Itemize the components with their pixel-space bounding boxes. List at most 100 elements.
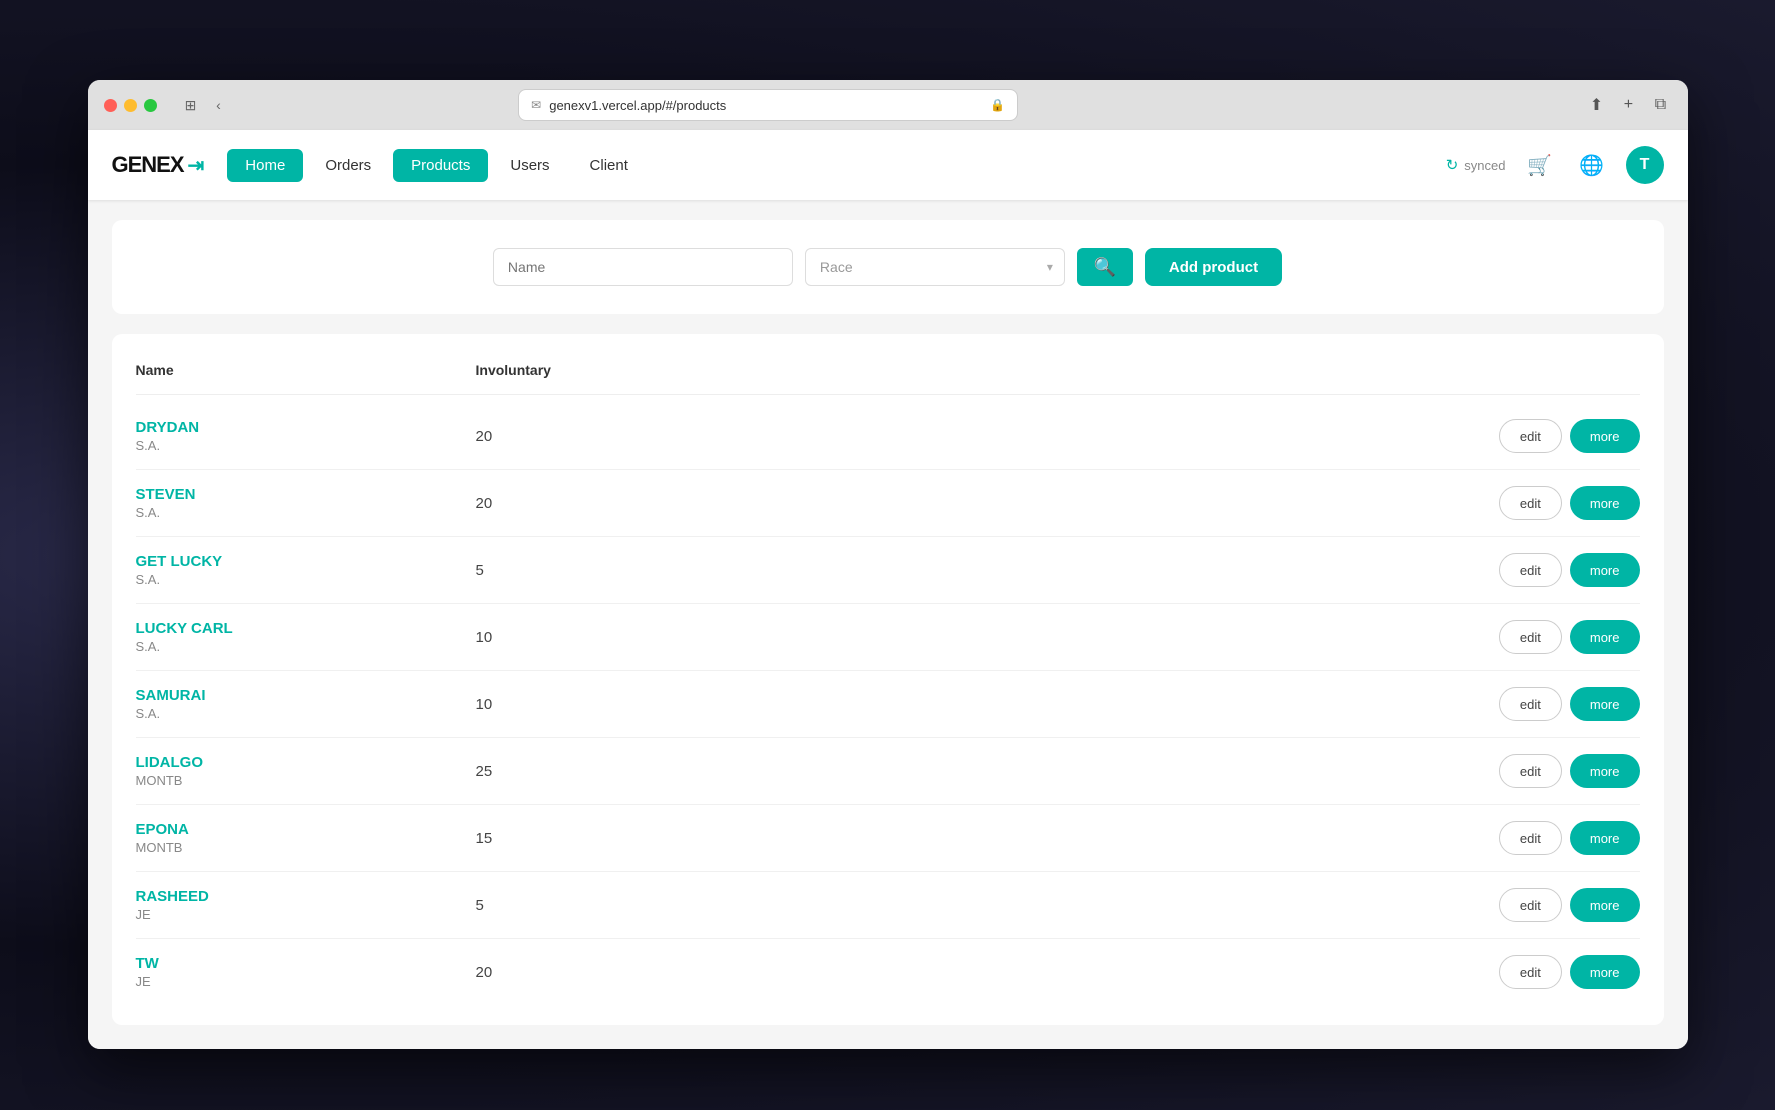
search-input[interactable]: [493, 248, 793, 286]
product-involuntary: 15: [476, 830, 676, 847]
nav-users[interactable]: Users: [492, 149, 567, 182]
product-actions: edit more: [1499, 888, 1640, 922]
url-text: genexv1.vercel.app/#/products: [549, 98, 726, 113]
back-button[interactable]: ‹: [209, 95, 229, 115]
more-button[interactable]: more: [1570, 553, 1640, 587]
secure-icon: 🔒: [990, 98, 1005, 112]
sync-icon: ↻: [1446, 156, 1459, 174]
cart-icon[interactable]: 🛒: [1522, 147, 1558, 183]
table-row: SAMURAI S.A. 10 edit more: [136, 671, 1640, 738]
more-button[interactable]: more: [1570, 419, 1640, 453]
navbar-right: ↻ synced 🛒 🌐 T: [1446, 146, 1664, 184]
product-name-cell: EPONA MONTB: [136, 821, 476, 855]
table-row: STEVEN S.A. 20 edit more: [136, 470, 1640, 537]
product-involuntary: 20: [476, 495, 676, 512]
product-name-cell: DRYDAN S.A.: [136, 419, 476, 453]
more-button[interactable]: more: [1570, 754, 1640, 788]
products-header-section: Race S.A. MONTB JE 🔍 Add product: [112, 220, 1664, 314]
table-row: LIDALGO MONTB 25 edit more: [136, 738, 1640, 805]
more-button[interactable]: more: [1570, 888, 1640, 922]
table-row: LUCKY CARL S.A. 10 edit more: [136, 604, 1640, 671]
product-race: JE: [136, 974, 476, 989]
address-bar[interactable]: ✉ genexv1.vercel.app/#/products 🔒: [518, 89, 1018, 121]
add-product-label: Add product: [1169, 259, 1258, 276]
edit-button[interactable]: edit: [1499, 553, 1562, 587]
logo-arrow-icon: ⇥: [188, 153, 204, 178]
add-product-button[interactable]: Add product: [1145, 248, 1282, 286]
product-race: S.A.: [136, 639, 476, 654]
maximize-window-button[interactable]: [144, 99, 157, 112]
search-button[interactable]: 🔍: [1077, 248, 1133, 286]
product-name[interactable]: EPONA: [136, 821, 476, 838]
product-name[interactable]: TW: [136, 955, 476, 972]
product-actions: edit more: [1499, 754, 1640, 788]
edit-button[interactable]: edit: [1499, 888, 1562, 922]
edit-button[interactable]: edit: [1499, 620, 1562, 654]
product-actions: edit more: [1499, 687, 1640, 721]
product-involuntary: 5: [476, 897, 676, 914]
synced-status: ↻ synced: [1446, 156, 1506, 174]
product-involuntary: 5: [476, 562, 676, 579]
product-name[interactable]: RASHEED: [136, 888, 476, 905]
browser-titlebar: ⊞ ‹ ✉ genexv1.vercel.app/#/products 🔒 ⬆ …: [88, 80, 1688, 130]
product-name-cell: LIDALGO MONTB: [136, 754, 476, 788]
edit-button[interactable]: edit: [1499, 687, 1562, 721]
product-name-cell: TW JE: [136, 955, 476, 989]
product-name-cell: STEVEN S.A.: [136, 486, 476, 520]
edit-button[interactable]: edit: [1499, 754, 1562, 788]
product-name[interactable]: GET LUCKY: [136, 553, 476, 570]
more-button[interactable]: more: [1570, 687, 1640, 721]
race-select-wrapper: Race S.A. MONTB JE: [805, 248, 1065, 286]
edit-button[interactable]: edit: [1499, 486, 1562, 520]
product-name[interactable]: DRYDAN: [136, 419, 476, 436]
more-button[interactable]: more: [1570, 620, 1640, 654]
search-icon: 🔍: [1094, 257, 1116, 278]
product-name[interactable]: LUCKY CARL: [136, 620, 476, 637]
nav-links: Home Orders Products Users Client: [227, 149, 646, 182]
product-race: S.A.: [136, 706, 476, 721]
product-actions: edit more: [1499, 821, 1640, 855]
table-row: RASHEED JE 5 edit more: [136, 872, 1640, 939]
col-involuntary-header: Involuntary: [476, 362, 676, 378]
product-name[interactable]: LIDALGO: [136, 754, 476, 771]
edit-button[interactable]: edit: [1499, 821, 1562, 855]
product-name[interactable]: STEVEN: [136, 486, 476, 503]
nav-client[interactable]: Client: [572, 149, 646, 182]
table-header: Name Involuntary: [136, 354, 1640, 395]
nav-products[interactable]: Products: [393, 149, 488, 182]
product-involuntary: 10: [476, 696, 676, 713]
product-actions: edit more: [1499, 486, 1640, 520]
product-actions: edit more: [1499, 419, 1640, 453]
avatar[interactable]: T: [1626, 146, 1664, 184]
product-name[interactable]: SAMURAI: [136, 687, 476, 704]
more-button[interactable]: more: [1570, 955, 1640, 989]
share-icon[interactable]: ⬆: [1585, 94, 1607, 116]
product-involuntary: 25: [476, 763, 676, 780]
browser-controls: ⊞ ‹: [181, 95, 229, 115]
nav-orders[interactable]: Orders: [307, 149, 389, 182]
more-button[interactable]: more: [1570, 486, 1640, 520]
product-involuntary: 20: [476, 964, 676, 981]
close-window-button[interactable]: [104, 99, 117, 112]
logo: GENEX ⇥: [112, 152, 204, 178]
product-name-cell: SAMURAI S.A.: [136, 687, 476, 721]
product-race: MONTB: [136, 840, 476, 855]
traffic-lights: [104, 99, 157, 112]
globe-icon[interactable]: 🌐: [1574, 147, 1610, 183]
new-tab-icon[interactable]: +: [1617, 94, 1639, 116]
sidebar-icon[interactable]: ⧉: [1649, 94, 1671, 116]
table-row: GET LUCKY S.A. 5 edit more: [136, 537, 1640, 604]
nav-home[interactable]: Home: [227, 149, 303, 182]
minimize-window-button[interactable]: [124, 99, 137, 112]
product-involuntary: 10: [476, 629, 676, 646]
navbar: GENEX ⇥ Home Orders Products Users Clien…: [88, 130, 1688, 200]
edit-button[interactable]: edit: [1499, 419, 1562, 453]
race-select[interactable]: Race S.A. MONTB JE: [805, 248, 1065, 286]
app-container: GENEX ⇥ Home Orders Products Users Clien…: [88, 130, 1688, 1049]
product-actions: edit more: [1499, 553, 1640, 587]
page-content: Race S.A. MONTB JE 🔍 Add product: [88, 220, 1688, 1049]
more-button[interactable]: more: [1570, 821, 1640, 855]
edit-button[interactable]: edit: [1499, 955, 1562, 989]
tab-view-icon[interactable]: ⊞: [181, 95, 201, 115]
browser-actions: ⬆ + ⧉: [1585, 94, 1671, 116]
